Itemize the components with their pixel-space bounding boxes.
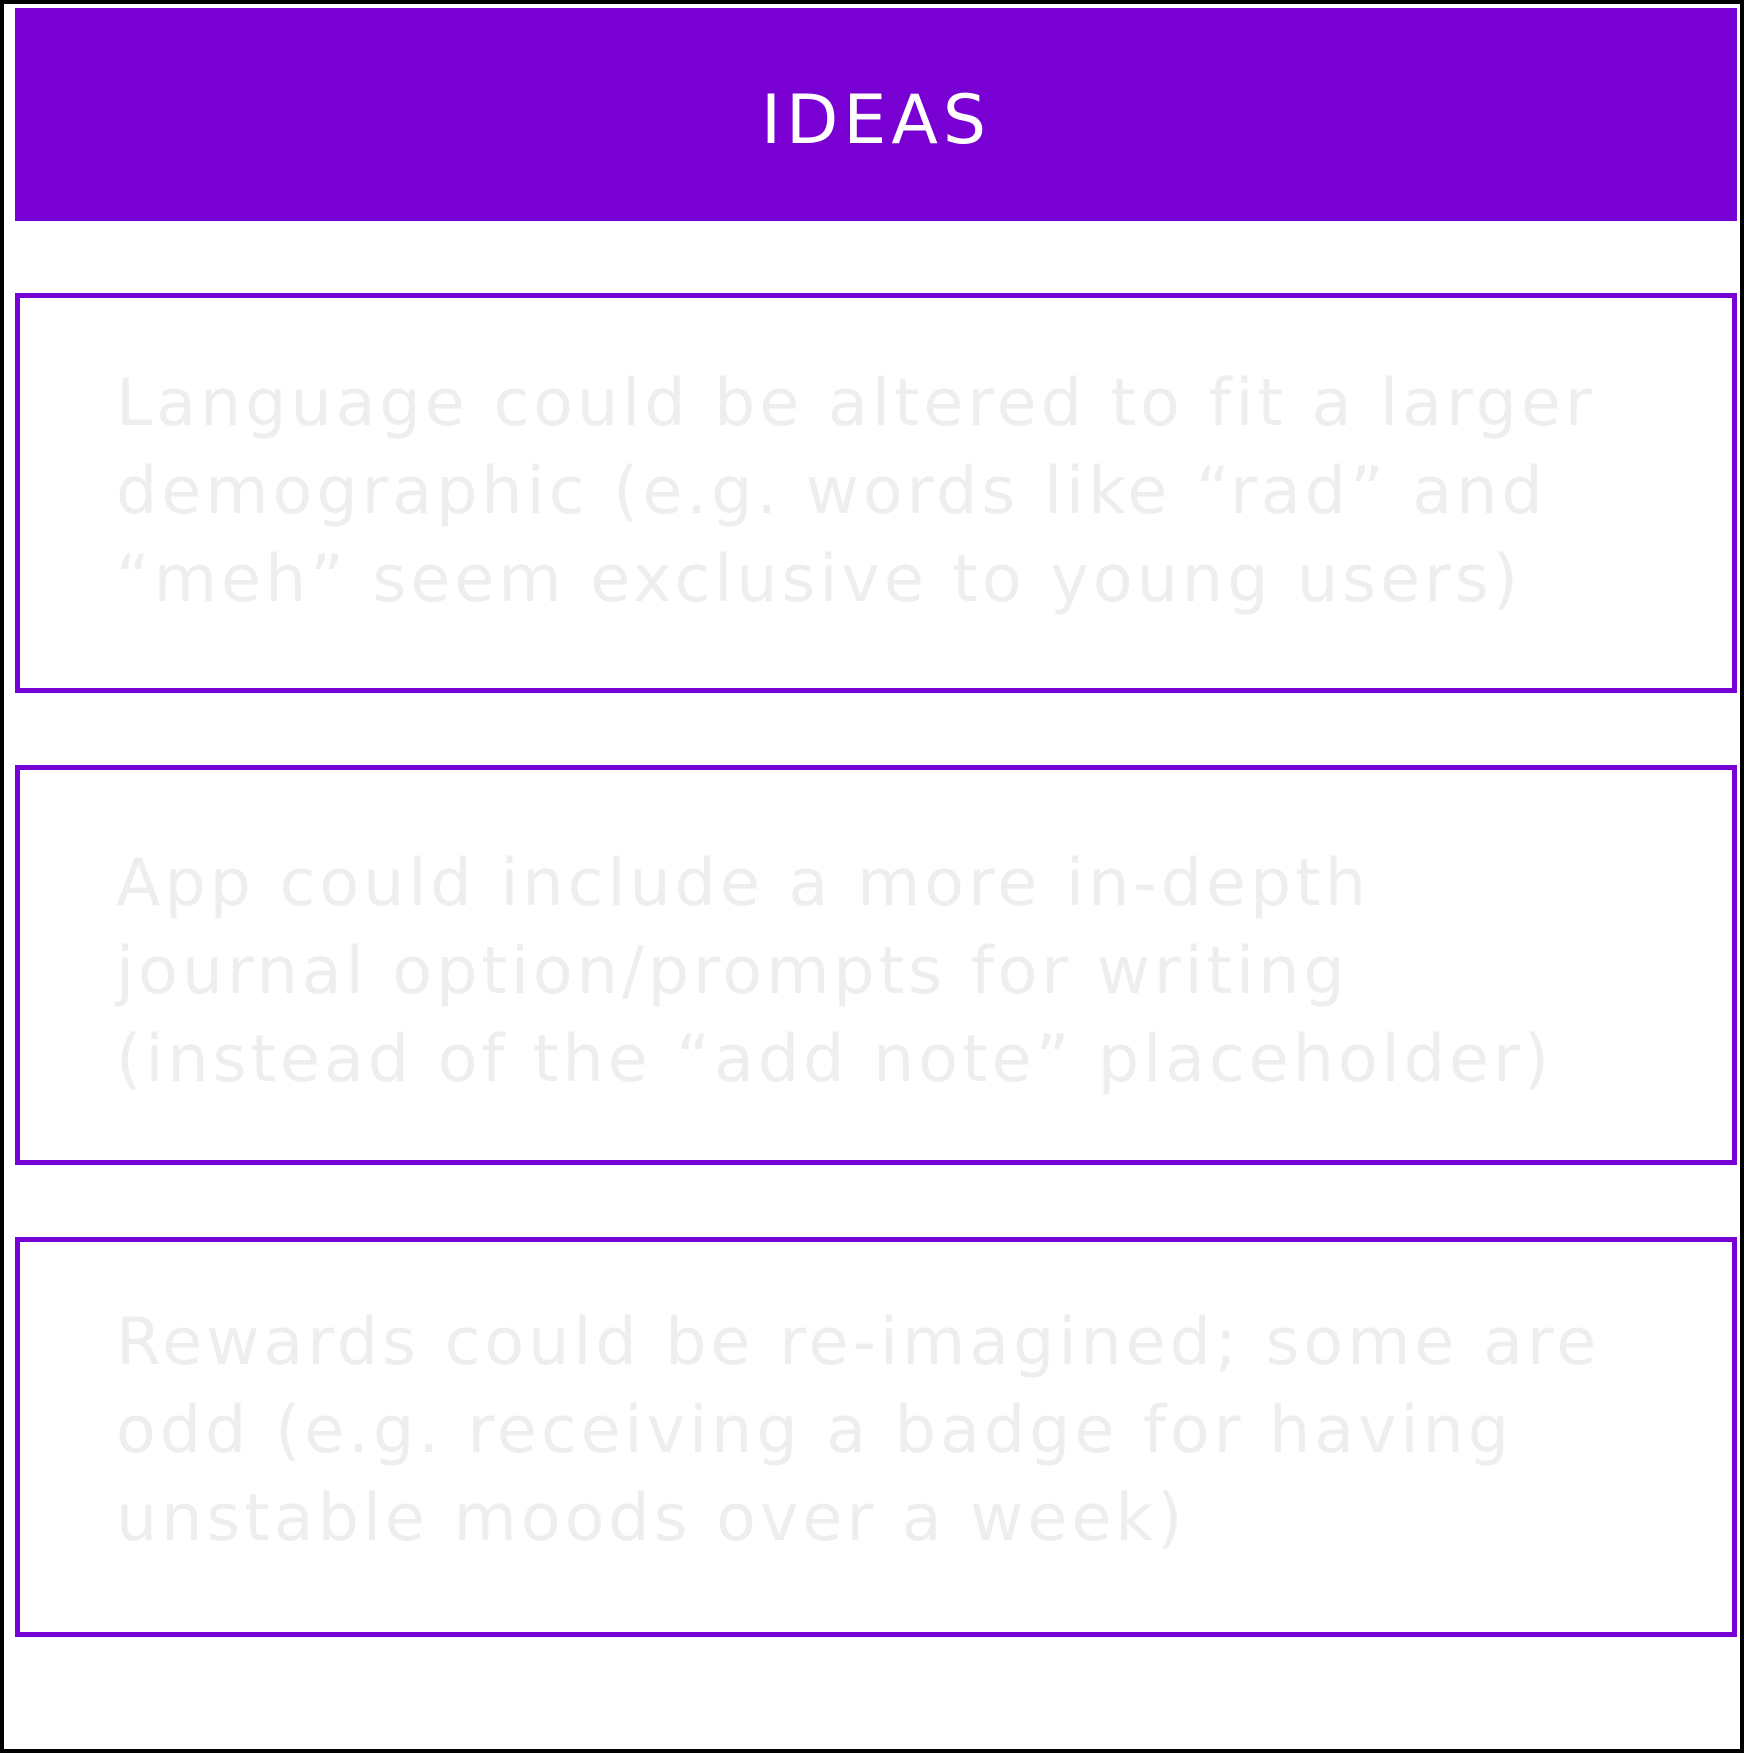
page-frame: IDEAS Language could be altered to fit a… xyxy=(0,0,1744,1753)
page-title: IDEAS xyxy=(760,80,992,160)
idea-card: App could include a more in-depth journa… xyxy=(15,765,1737,1165)
idea-card: Language could be altered to fit a large… xyxy=(15,293,1737,693)
idea-text: App could include a more in-depth journa… xyxy=(116,846,1554,1097)
idea-text: Rewards could be re-imagined; some are o… xyxy=(116,1305,1601,1556)
ideas-header: IDEAS xyxy=(15,8,1737,221)
idea-text: Language could be altered to fit a large… xyxy=(116,366,1596,617)
idea-card: Rewards could be re-imagined; some are o… xyxy=(15,1237,1737,1637)
